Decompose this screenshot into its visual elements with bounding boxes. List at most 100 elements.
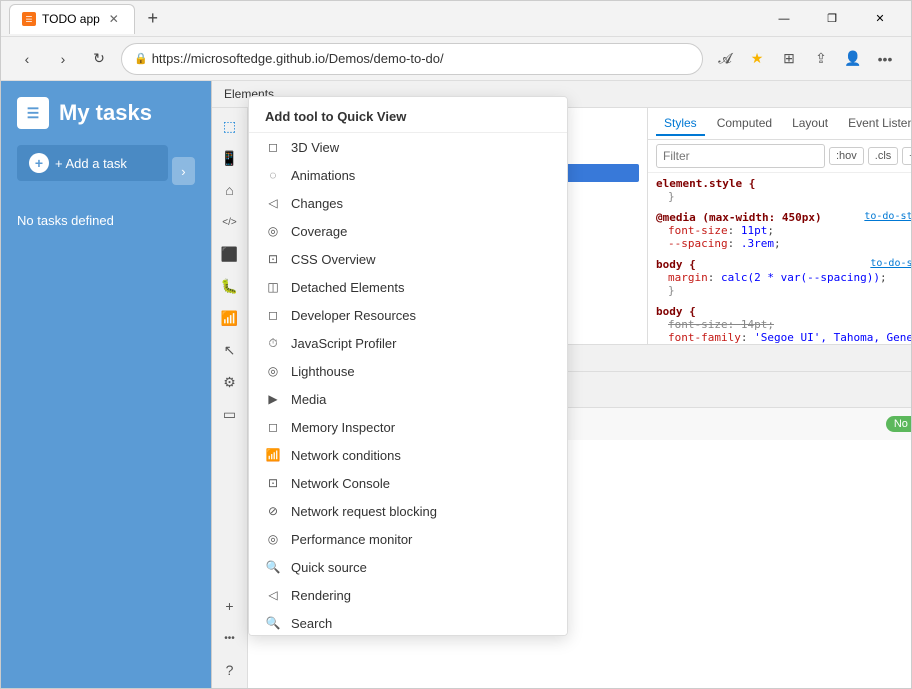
css-rule-body-1: to-do-styles.css:1 body { margin: calc(2… bbox=[656, 258, 911, 297]
menu-item-js-profiler[interactable]: ⏱ JavaScript Profiler bbox=[249, 329, 567, 357]
add-task-plus-icon: + bbox=[29, 153, 49, 173]
menu-item-detached[interactable]: ◫ Detached Elements bbox=[249, 273, 567, 301]
sidebar-home-icon[interactable]: ⌂ bbox=[216, 176, 244, 204]
browser-tab[interactable]: TODO app ✕ bbox=[9, 4, 135, 34]
menu-item-animations[interactable]: ◌ Animations bbox=[249, 161, 567, 189]
menu-item-changes[interactable]: ◁ Changes bbox=[249, 189, 567, 217]
sidebar-wifi-icon[interactable]: 📶 bbox=[216, 304, 244, 332]
collections-icon[interactable]: ⊞ bbox=[775, 45, 803, 73]
menu-item-label: Developer Resources bbox=[291, 308, 416, 323]
app-content: My tasks + + Add a task › No tasks defin… bbox=[1, 81, 211, 688]
profile-icon[interactable]: 👤 bbox=[839, 45, 867, 73]
sidebar-add-icon[interactable]: + bbox=[216, 592, 244, 620]
menu-item-label: Performance monitor bbox=[291, 532, 412, 547]
js-profiler-icon: ⏱ bbox=[265, 335, 281, 351]
network-console-icon: ⊡ bbox=[265, 475, 281, 491]
restore-button[interactable]: ❐ bbox=[809, 1, 855, 37]
menu-item-label: Search bbox=[291, 616, 332, 631]
back-button[interactable]: ‹ bbox=[13, 45, 41, 73]
close-button[interactable]: ✕ bbox=[857, 1, 903, 37]
css-prop-font-family: font-family: 'Segoe UI', Tahoma, Geneva, bbox=[656, 331, 911, 344]
favorites-icon[interactable]: ★ bbox=[743, 45, 771, 73]
animations-icon: ◌ bbox=[265, 167, 281, 183]
styles-tabs: Styles Computed Layout Event Listeners ⌄ bbox=[648, 108, 911, 140]
menu-item-3dview[interactable]: ◻ 3D View bbox=[249, 133, 567, 161]
sidebar-more-icon[interactable]: ••• bbox=[216, 624, 244, 652]
minimize-button[interactable]: — bbox=[761, 1, 807, 37]
url-text: https://microsoftedge.github.io/Demos/de… bbox=[152, 51, 444, 66]
tab-favicon bbox=[22, 12, 36, 26]
cls-button[interactable]: .cls bbox=[868, 147, 899, 165]
add-task-button[interactable]: + + Add a task bbox=[17, 145, 168, 181]
sidebar-device2-icon[interactable]: ▭ bbox=[216, 400, 244, 428]
menu-item-network-conditions[interactable]: 📶 Network conditions bbox=[249, 441, 567, 469]
tab-layout[interactable]: Layout bbox=[784, 112, 836, 136]
forward-button[interactable]: › bbox=[49, 45, 77, 73]
styles-filter-input[interactable] bbox=[656, 144, 825, 168]
search-icon: 🔍 bbox=[265, 615, 281, 631]
new-tab-button[interactable]: + bbox=[139, 5, 167, 33]
css-prop-margin: margin: calc(2 * var(--spacing)); bbox=[656, 271, 911, 284]
menu-item-rendering[interactable]: ◁ Rendering bbox=[249, 581, 567, 609]
css-overview-icon: ⊡ bbox=[265, 251, 281, 267]
lighthouse-icon: ◎ bbox=[265, 363, 281, 379]
add-style-button[interactable]: + bbox=[902, 147, 911, 165]
sidebar-help-icon[interactable]: ? bbox=[216, 656, 244, 684]
media-icon: ▶ bbox=[265, 391, 281, 407]
menu-item-lighthouse[interactable]: ◎ Lighthouse bbox=[249, 357, 567, 385]
refresh-button[interactable]: ↻ bbox=[85, 45, 113, 73]
styles-toolbar: :hov .cls + ⊞ ⊟ bbox=[648, 140, 911, 173]
menu-item-network-blocking[interactable]: ⊘ Network request blocking bbox=[249, 497, 567, 525]
rendering-icon: ◁ bbox=[265, 587, 281, 603]
share-icon[interactable]: ⇪ bbox=[807, 45, 835, 73]
menu-item-perf-monitor[interactable]: ◎ Performance monitor bbox=[249, 525, 567, 553]
menu-item-coverage[interactable]: ◎ Coverage bbox=[249, 217, 567, 245]
menu-item-label: Lighthouse bbox=[291, 364, 355, 379]
tab-computed[interactable]: Computed bbox=[709, 112, 780, 136]
menu-item-media[interactable]: ▶ Media bbox=[249, 385, 567, 413]
sidebar-cursor-icon[interactable]: ↖ bbox=[216, 336, 244, 364]
styles-content: element.style { } to-do-styles.css:40 @m… bbox=[648, 173, 911, 344]
arrow-button[interactable]: › bbox=[172, 157, 195, 185]
css-selector: element.style { bbox=[656, 177, 911, 190]
read-aloud-icon[interactable]: 𝓐 bbox=[711, 45, 739, 73]
css-source-link-2[interactable]: to-do-styles.css:1 bbox=[870, 258, 911, 269]
sidebar-bug-icon[interactable]: 🐛 bbox=[216, 272, 244, 300]
menu-item-css-overview[interactable]: ⊡ CSS Overview bbox=[249, 245, 567, 273]
more-icon[interactable]: ••• bbox=[871, 45, 899, 73]
css-rule-body-2: base.css:1 body { font-size: 14pt; font-… bbox=[656, 305, 911, 344]
devtools-sidebar: ⬚ 📱 ⌂ </> ⬛ 🐛 📶 ↖ ⚙ ▭ + ••• ? bbox=[212, 108, 248, 688]
tab-event-listeners[interactable]: Event Listeners bbox=[840, 112, 911, 136]
perf-monitor-icon: ◎ bbox=[265, 531, 281, 547]
css-rule-close: } bbox=[656, 190, 911, 203]
menu-item-label: Network conditions bbox=[291, 448, 401, 463]
hov-button[interactable]: :hov bbox=[829, 147, 864, 165]
coverage-icon: ◎ bbox=[265, 223, 281, 239]
menu-item-label: JavaScript Profiler bbox=[291, 336, 396, 351]
url-bar[interactable]: 🔒 https://microsoftedge.github.io/Demos/… bbox=[121, 43, 703, 75]
no-tasks-label: No tasks defined bbox=[17, 213, 195, 228]
css-prop-font-size: font-size: 11pt; bbox=[656, 224, 911, 237]
menu-item-memory[interactable]: ◻ Memory Inspector bbox=[249, 413, 567, 441]
sidebar-layers-icon[interactable]: ⬛ bbox=[216, 240, 244, 268]
menu-header: Add tool to Quick View bbox=[249, 101, 567, 133]
css-source-link[interactable]: to-do-styles.css:40 bbox=[864, 211, 911, 222]
menu-item-developer[interactable]: ◻ Developer Resources bbox=[249, 301, 567, 329]
sidebar-code-icon[interactable]: </> bbox=[216, 208, 244, 236]
network-blocking-icon: ⊘ bbox=[265, 503, 281, 519]
tab-styles[interactable]: Styles bbox=[656, 112, 705, 136]
app-title: My tasks bbox=[59, 100, 152, 126]
quick-view-menu[interactable]: Add tool to Quick View ◻ 3D View ◌ Anima… bbox=[248, 96, 568, 636]
tab-close-button[interactable]: ✕ bbox=[106, 11, 122, 27]
address-bar: ‹ › ↻ 🔒 https://microsoftedge.github.io/… bbox=[1, 37, 911, 81]
menu-item-label: 3D View bbox=[291, 140, 339, 155]
sidebar-settings-icon[interactable]: ⚙ bbox=[216, 368, 244, 396]
menu-item-quick-source[interactable]: 🔍 Quick source bbox=[249, 553, 567, 581]
menu-item-label: Quick source bbox=[291, 560, 367, 575]
sidebar-inspect-icon[interactable]: ⬚ bbox=[216, 112, 244, 140]
menu-item-network-console[interactable]: ⊡ Network Console bbox=[249, 469, 567, 497]
sidebar-device-icon[interactable]: 📱 bbox=[216, 144, 244, 172]
menu-item-label: Coverage bbox=[291, 224, 347, 239]
menu-item-search[interactable]: 🔍 Search bbox=[249, 609, 567, 636]
css-prop-spacing: --spacing: .3rem; bbox=[656, 237, 911, 250]
